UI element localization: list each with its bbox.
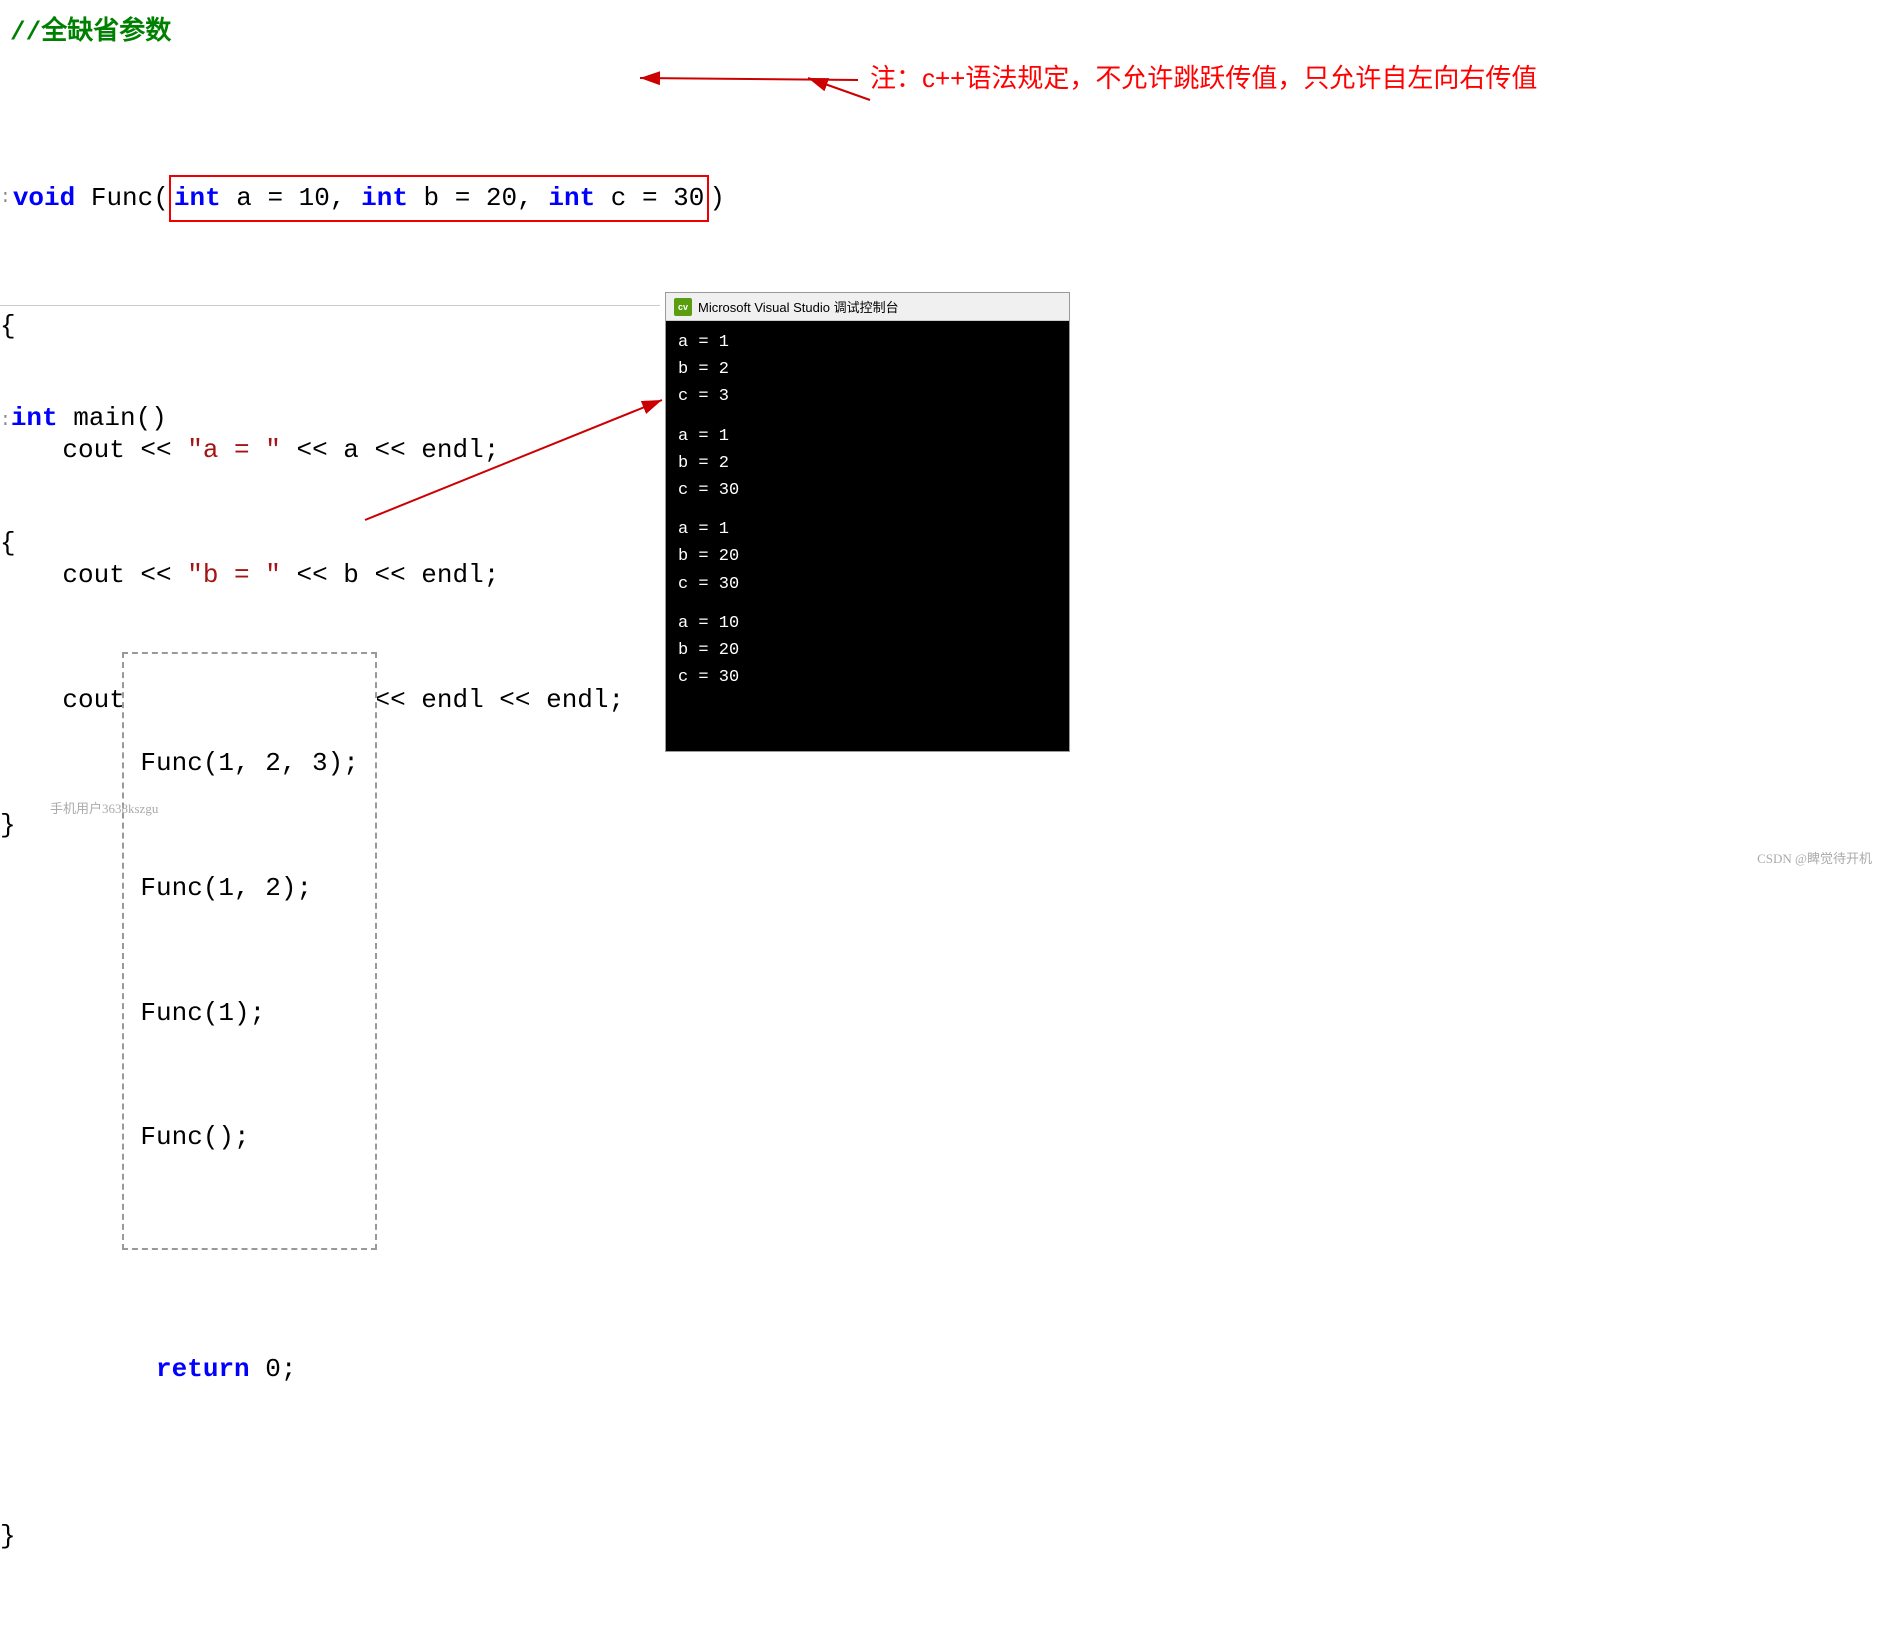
main-line1: :int main() — [0, 398, 377, 440]
console-line-a2: a = 1 — [678, 423, 1057, 450]
console-line-a4: a = 10 — [678, 610, 1057, 637]
console-line-a3: a = 1 — [678, 516, 1057, 543]
func-params-box: int a = 10, int b = 20, int c = 30 — [169, 175, 710, 223]
line-marker: : — [0, 184, 11, 213]
console-line-c1: c = 3 — [678, 383, 1057, 410]
main-container: //全缺省参数 :void Func(int a = 10, int b = 2… — [0, 0, 1892, 881]
main-return: return 0; — [0, 1308, 377, 1433]
console-group-1: a = 1 b = 2 c = 3 — [678, 329, 1057, 411]
console-body: a = 1 b = 2 c = 3 a = 1 b = 2 c = 30 a =… — [666, 321, 1069, 751]
func-call-2: Func(1, 2); — [140, 868, 358, 910]
console-line-b2: b = 2 — [678, 450, 1057, 477]
func-call-3: Func(1); — [140, 993, 358, 1035]
console-window: cv Microsoft Visual Studio 调试控制台 a = 1 b… — [665, 292, 1070, 752]
watermark: CSDN @睥觉待开机 — [1757, 848, 1872, 867]
comment-line: //全缺省参数 — [10, 10, 171, 47]
note-annotation: 注：c++语法规定，不允许跳跃传值，只允许自左向右传值 — [870, 58, 1537, 95]
author-tag: 手机用户3638kszgu — [50, 798, 158, 817]
kw-void: void — [13, 178, 75, 220]
func-call-4: Func(); — [140, 1117, 358, 1159]
func-name-space: Func( — [75, 178, 169, 220]
separator-line — [0, 305, 660, 306]
console-group-2: a = 1 b = 2 c = 30 — [678, 423, 1057, 505]
func-calls-container: Func(1, 2, 3); Func(1, 2); Func(1); Func… — [122, 652, 376, 1250]
console-title-text: Microsoft Visual Studio 调试控制台 — [698, 297, 899, 316]
console-line-a1: a = 1 — [678, 329, 1057, 356]
console-group-4: a = 10 b = 20 c = 30 — [678, 610, 1057, 692]
console-line-c3: c = 30 — [678, 571, 1057, 598]
main-line-marker: : — [0, 411, 11, 431]
console-line-b3: b = 20 — [678, 543, 1057, 570]
console-icon: cv — [674, 298, 692, 316]
console-spacer-1 — [678, 411, 1057, 423]
console-line-b1: b = 2 — [678, 356, 1057, 383]
console-title-bar: cv Microsoft Visual Studio 调试控制台 — [666, 293, 1069, 321]
main-line2: { — [0, 523, 377, 565]
main-func: :int main() { Func(1, 2, 3); Func(1, 2);… — [0, 315, 377, 1640]
console-line-c2: c = 30 — [678, 477, 1057, 504]
main-close: } — [0, 1516, 377, 1558]
console-group-3: a = 1 b = 20 c = 30 — [678, 516, 1057, 598]
func-def-line1: :void Func(int a = 10, int b = 20, int c… — [0, 175, 725, 223]
func-call-1: Func(1, 2, 3); — [140, 743, 358, 785]
console-line-b4: b = 20 — [678, 637, 1057, 664]
console-spacer-2 — [678, 504, 1057, 516]
console-line-c4: c = 30 — [678, 664, 1057, 691]
console-spacer-3 — [678, 598, 1057, 610]
